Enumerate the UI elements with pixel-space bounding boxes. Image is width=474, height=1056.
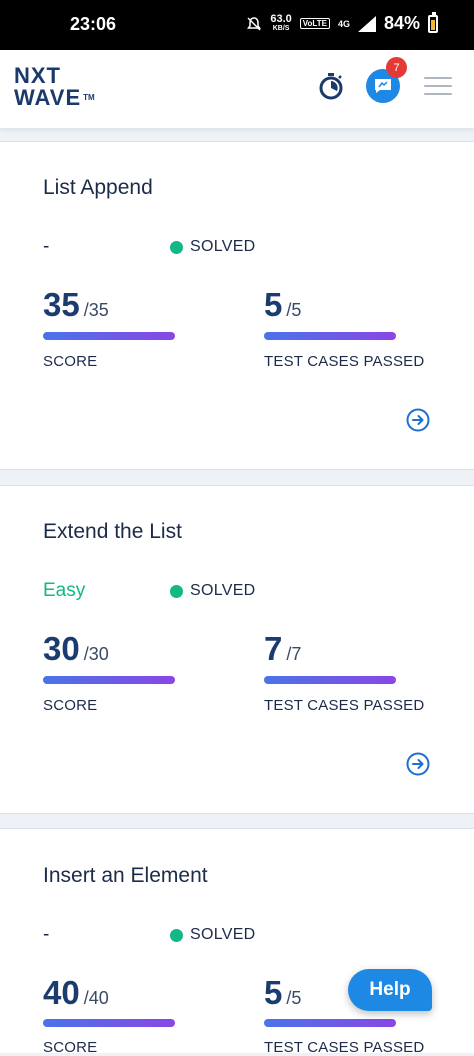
status-badge: SOLVED [170,926,256,944]
network-type: 4G [337,18,350,29]
score-value: 35/35 [43,286,109,323]
signal-icon [357,15,376,32]
stopwatch-icon[interactable] [318,72,344,100]
score-label: SCORE [43,697,98,714]
difficulty-label: Easy [43,580,86,601]
test-cases-label: TEST CASES PASSED [264,1039,425,1056]
score-bar [43,1019,175,1027]
status-icons: 63.0 KB/S VoLTE 4G 84% [246,11,438,34]
test-cases-bar [264,676,396,684]
notification-badge: 7 [386,57,407,78]
score-label: SCORE [43,1039,98,1056]
score-label: SCORE [43,353,98,370]
mute-bell-icon [247,16,262,31]
solved-dot-icon [170,240,183,254]
solved-dot-icon [170,928,183,942]
menu-icon[interactable] [424,77,452,97]
solved-dot-icon [170,584,183,598]
score-bar [43,676,175,684]
problem-title: Extend the List [43,520,182,543]
test-cases-value: 5/5 [264,286,302,323]
status-badge: SOLVED [170,582,256,600]
score-value: 40/40 [43,974,109,1011]
volte-icon: VoLTE [299,18,330,29]
test-cases-label: TEST CASES PASSED [264,353,425,370]
status-bar: 23:06 63.0 KB/S VoLTE 4G 84% [0,0,474,50]
arrow-right-circle-icon[interactable] [406,408,430,432]
difficulty-label: - [43,924,50,945]
help-button[interactable]: Help [348,969,432,1011]
chat-icon [375,79,391,93]
arrow-right-circle-icon[interactable] [406,752,430,776]
test-cases-value: 7/7 [264,630,302,667]
battery-percent: 84% [383,13,420,33]
battery-icon [428,11,438,33]
problem-title: List Append [43,176,153,199]
difficulty-label: - [43,236,50,257]
status-time: 23:06 [70,14,117,34]
score-value: 30/30 [43,630,109,667]
problem-title: Insert an Element [43,864,208,887]
network-speed: 63.0 KB/S [270,12,292,32]
nxtwave-logo[interactable]: NXT WAVE TM [14,65,95,109]
status-badge: SOLVED [170,238,256,256]
test-cases-value: 5/5 [264,974,302,1011]
score-bar [43,332,175,340]
test-cases-label: TEST CASES PASSED [264,697,425,714]
test-cases-bar [264,1019,396,1027]
test-cases-bar [264,332,396,340]
